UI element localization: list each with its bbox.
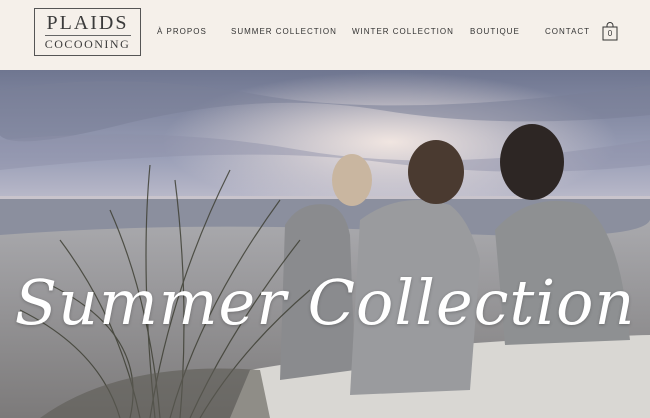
nav-link-winter-collection[interactable]: WINTER COLLECTION — [352, 27, 454, 36]
nav-link-summer-collection[interactable]: SUMMER COLLECTION — [231, 27, 337, 36]
site-logo[interactable]: PLAIDS COCOONING — [34, 8, 141, 56]
hero-title: Summer Collection — [14, 266, 636, 339]
cart-button[interactable]: 0 — [602, 22, 618, 41]
logo-divider — [44, 35, 131, 36]
hero-banner: Summer Collection — [0, 70, 650, 418]
site-header: PLAIDS COCOONING À PROPOS SUMMER COLLECT… — [0, 0, 650, 76]
nav-link-contact[interactable]: CONTACT — [545, 27, 590, 36]
nav-link-a-propos[interactable]: À PROPOS — [157, 27, 207, 36]
logo-line-1: PLAIDS — [46, 12, 129, 34]
hero-photo — [0, 70, 650, 418]
cart-count: 0 — [607, 29, 613, 38]
logo-line-2: COCOONING — [44, 37, 131, 51]
nav-link-boutique[interactable]: BOUTIQUE — [470, 27, 520, 36]
